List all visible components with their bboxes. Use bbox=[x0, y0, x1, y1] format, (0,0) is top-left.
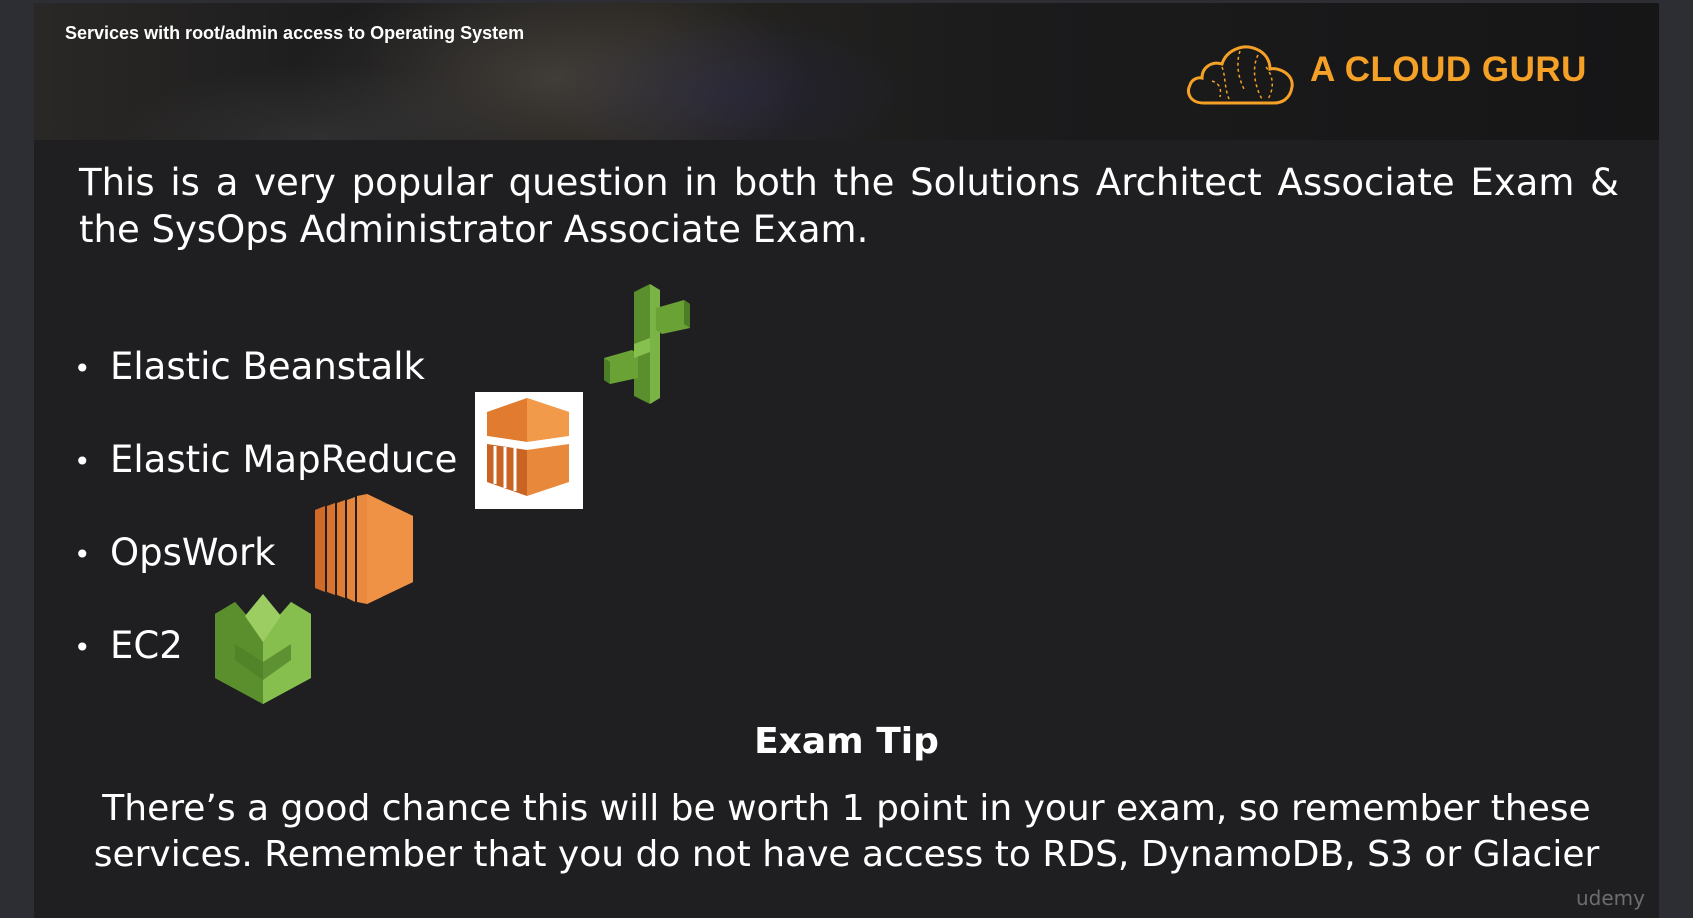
bullet-label: Elastic MapReduce bbox=[110, 438, 458, 481]
bullet-dot: • bbox=[74, 631, 91, 664]
exam-tip-line: services. Remember that you do not have … bbox=[93, 834, 1600, 875]
bullet-label: EC2 bbox=[110, 624, 183, 667]
bullet-label: Elastic Beanstalk bbox=[110, 345, 425, 388]
bullet-dot: • bbox=[74, 538, 91, 571]
elastic-mapreduce-icon bbox=[475, 392, 583, 509]
slide-header: Services with root/admin access to Opera… bbox=[34, 3, 1659, 140]
bullet-dot: • bbox=[74, 352, 91, 385]
slide-header-title: Services with root/admin access to Opera… bbox=[65, 23, 525, 43]
bullet-item-elastic-mapreduce: • Elastic MapReduce bbox=[74, 438, 457, 481]
bullet-item-elastic-beanstalk: • Elastic Beanstalk bbox=[74, 345, 425, 388]
udemy-watermark: udemy bbox=[1576, 886, 1645, 910]
slide: Services with root/admin access to Opera… bbox=[34, 3, 1659, 918]
exam-tip-line: There’s a good chance this will be worth… bbox=[102, 788, 1591, 829]
elastic-beanstalk-icon bbox=[604, 284, 690, 404]
exam-tip-title: Exam Tip bbox=[754, 721, 939, 762]
exam-tip-body: There’s a good chance this will be worth… bbox=[34, 786, 1659, 878]
logo-text: A CLOUD GURU bbox=[1310, 50, 1587, 89]
opsworks-icon bbox=[315, 494, 413, 604]
bullet-label: OpsWork bbox=[110, 531, 276, 574]
a-cloud-guru-logo: A CLOUD GURU bbox=[1182, 37, 1612, 109]
bullet-item-ec2: • EC2 bbox=[74, 624, 183, 667]
cloud-logo-icon bbox=[1187, 45, 1294, 105]
ec2-icon bbox=[215, 594, 311, 704]
intro-text: This is a very popular question in both … bbox=[79, 161, 1619, 251]
video-viewport: Services with root/admin access to Opera… bbox=[0, 0, 1693, 918]
bullet-dot: • bbox=[74, 445, 91, 478]
bullet-item-opswork: • OpsWork bbox=[74, 531, 276, 574]
